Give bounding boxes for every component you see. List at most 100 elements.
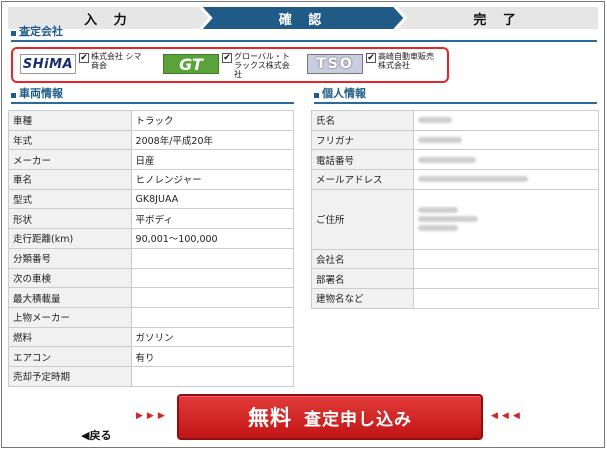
vehicle-row-value (130, 267, 295, 289)
vehicle-row-value: トラック (130, 110, 295, 131)
vehicle-row: 分類番号 (8, 247, 295, 269)
personal-row-value-redacted (413, 169, 599, 190)
personal-row-value-redacted (413, 248, 599, 270)
vehicle-row-label: 燃料 (8, 326, 132, 348)
companies-heading: 査定会社 (11, 25, 597, 42)
vehicle-row-value (130, 306, 295, 328)
personal-row-value-redacted (413, 149, 599, 171)
personal-row-label: メールアドレス (310, 169, 415, 190)
gt-logo: GT (163, 54, 219, 74)
personal-row: 電話番号 (310, 149, 599, 171)
personal-row-value-redacted (413, 110, 599, 131)
companies-heading-label: 査定会社 (19, 25, 63, 38)
personal-row-value-redacted (413, 188, 599, 250)
company-checkbox-gt[interactable]: ✔ (222, 53, 232, 63)
personal-row-value-redacted (413, 129, 599, 151)
shima-logo: SHiMA (20, 54, 76, 74)
redacted-text (418, 137, 463, 144)
vehicle-row-label: 車種 (8, 110, 132, 131)
vehicle-row-value: 2008年/平成20年 (130, 129, 295, 151)
vehicle-row: 車種 トラック (8, 110, 295, 131)
vehicle-row: 上物メーカー (8, 306, 295, 328)
tso-logo: TSO (307, 54, 363, 74)
redacted-text (418, 207, 459, 214)
progress-steps: 入 力 確 認 完 了 (8, 7, 599, 29)
personal-heading: 個人情報 (314, 87, 597, 104)
company-list: SHiMA ✔ 株式会社 シマ商会 GT ✔ グローバル・トラックス株式会社 T… (11, 47, 449, 83)
personal-row-label: 部署名 (310, 268, 415, 290)
vehicle-row-label: 走行距離(km) (8, 228, 132, 249)
vehicle-row-label: 型式 (8, 188, 132, 210)
vehicle-row: 形状 平ボディ (8, 208, 295, 230)
back-link[interactable]: ◀戻る (81, 427, 111, 443)
vehicle-row-label: 次の車検 (8, 267, 132, 289)
heading-square-icon (314, 93, 319, 98)
company-name: 株式会社 シマ商会 (91, 52, 142, 70)
vehicle-row-value: GK8JUAA (130, 188, 295, 210)
personal-row-value-redacted (413, 288, 599, 309)
personal-row-label: 電話番号 (310, 149, 415, 171)
redacted-text (418, 176, 529, 183)
vehicle-row: メーカー 日産 (8, 149, 295, 171)
vehicle-row: 型式 GK8JUAA (8, 188, 295, 210)
personal-row: 部署名 (310, 268, 599, 290)
vehicle-row-label: 分類番号 (8, 247, 132, 269)
step-confirm-active: 確 認 (203, 7, 404, 29)
personal-row: 氏名 (310, 110, 599, 131)
personal-row: メールアドレス (310, 169, 599, 190)
vehicle-row-label: 年式 (8, 129, 132, 151)
step-complete: 完 了 (397, 7, 599, 29)
vehicle-row: 燃料 ガソリン (8, 326, 295, 348)
vehicle-row-label: 上物メーカー (8, 306, 132, 328)
vehicle-row-value: 日産 (130, 149, 295, 171)
personal-row-label: ご住所 (310, 188, 415, 250)
personal-row-label: 会社名 (310, 248, 415, 270)
redacted-text (418, 156, 477, 163)
vehicle-row-label: 売却予定時期 (8, 365, 132, 387)
vehicle-row: エアコン 有り (8, 346, 295, 367)
left-arrows: ▶▶▶ (136, 411, 169, 421)
vehicle-row-value (130, 287, 295, 308)
company-item-tso: TSO ✔ 高崎自動車販売株式会社 (307, 51, 434, 79)
vehicle-row-value: 平ボディ (130, 208, 295, 230)
redacted-text (418, 216, 479, 223)
personal-row: 建物名など (310, 288, 599, 309)
vehicle-row: 走行距離(km) 90,001～100,000 (8, 228, 295, 249)
personal-row-label: 氏名 (310, 110, 415, 131)
vehicle-row-value (130, 247, 295, 269)
company-checkbox-shima[interactable]: ✔ (79, 53, 89, 63)
heading-square-icon (11, 93, 16, 98)
vehicle-row-label: 車名 (8, 169, 132, 190)
vehicle-row-value (130, 365, 295, 387)
personal-row: フリガナ (310, 129, 599, 151)
personal-row-value-redacted (413, 268, 599, 290)
personal-row-label: フリガナ (310, 129, 415, 151)
company-item-shima: SHiMA ✔ 株式会社 シマ商会 (20, 51, 147, 79)
vehicle-row: 最大積載量 (8, 287, 295, 308)
vehicle-row-label: メーカー (8, 149, 132, 171)
vehicle-row-value: ヒノレンジャー (130, 169, 295, 190)
vehicle-row: 売却予定時期 (8, 365, 295, 387)
vehicle-row-value: 90,001～100,000 (130, 228, 295, 249)
personal-heading-label: 個人情報 (322, 87, 366, 100)
vehicle-row: 年式 2008年/平成20年 (8, 129, 295, 151)
vehicle-row: 次の車検 (8, 267, 295, 289)
heading-square-icon (11, 31, 16, 36)
personal-row: 会社名 (310, 248, 599, 270)
submit-appraisal-button[interactable]: 無料 査定申し込み (177, 394, 483, 440)
vehicle-row-value: ガソリン (130, 326, 295, 348)
vehicle-row-label: 最大積載量 (8, 287, 132, 308)
vehicle-row-label: エアコン (8, 346, 132, 367)
personal-row-label: 建物名など (310, 288, 415, 309)
vehicle-info-table: 車種 トラック 年式 2008年/平成20年 メーカー 日産 車名 ヒノレンジャー 型式 GK8J… (8, 110, 295, 387)
personal-info-table: 氏名 フリガナ 電話番号 メールアドレス ご住所 会社名 部署名 建物名など (310, 110, 599, 309)
vehicle-row-label: 形状 (8, 208, 132, 230)
right-arrows: ◀◀◀ (491, 411, 524, 421)
redacted-text (418, 117, 453, 124)
redacted-text (418, 225, 459, 232)
company-checkbox-tso[interactable]: ✔ (366, 53, 376, 63)
vehicle-heading-label: 車両情報 (19, 87, 63, 100)
vehicle-heading: 車両情報 (11, 87, 294, 104)
company-name: 高崎自動車販売株式会社 (378, 52, 434, 70)
vehicle-row-value: 有り (130, 346, 295, 367)
